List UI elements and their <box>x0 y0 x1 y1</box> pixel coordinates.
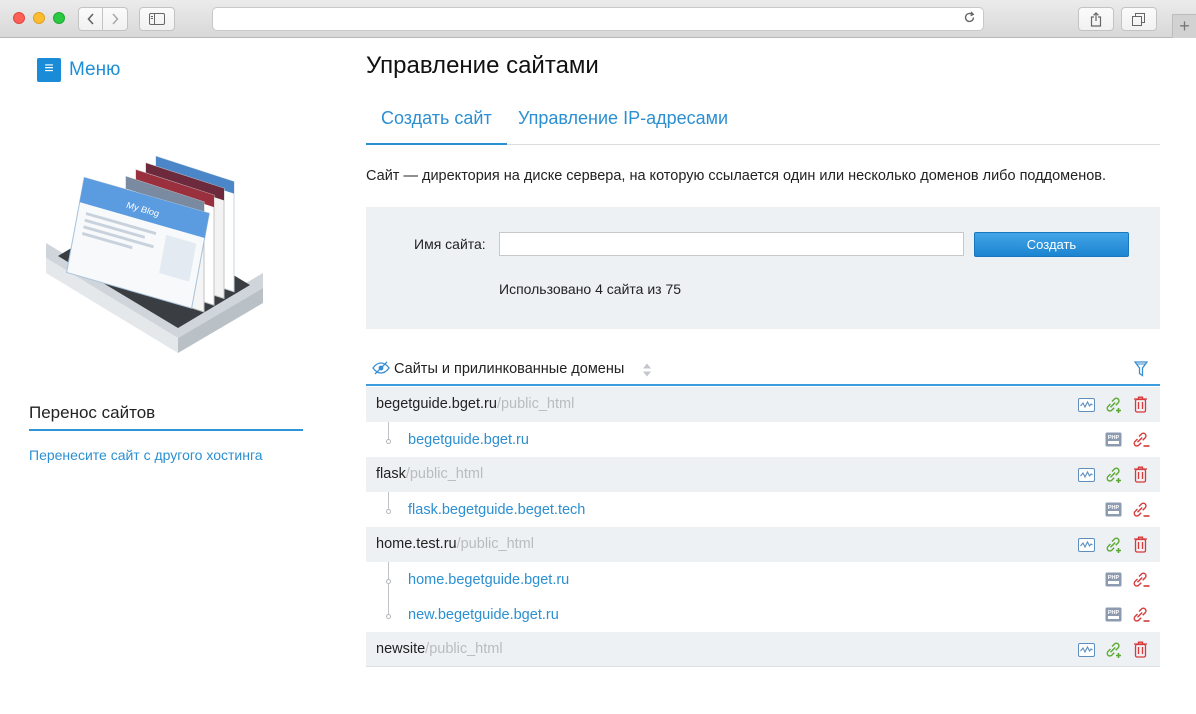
sites-list-title[interactable]: Сайты и прилинкованные домены <box>394 361 624 377</box>
site-actions <box>1077 465 1150 484</box>
transfer-divider <box>29 429 303 431</box>
menu-label: Меню <box>69 59 121 80</box>
tabs-icon <box>1132 12 1145 26</box>
site-name[interactable]: home.test.ru/public_html <box>376 536 534 552</box>
address-bar[interactable] <box>212 7 984 31</box>
site-actions <box>1077 535 1150 554</box>
svg-text:PHP: PHP <box>1108 435 1120 441</box>
php-icon[interactable]: PHP <box>1104 500 1123 519</box>
sidebar-toggle-button[interactable] <box>139 7 175 31</box>
menu-button[interactable]: ≡ Меню <box>37 58 120 82</box>
back-button[interactable] <box>78 7 103 31</box>
sites-illustration: My Blog <box>46 155 263 353</box>
delete-icon[interactable] <box>1131 395 1150 414</box>
unlink-icon[interactable] <box>1131 570 1150 589</box>
site-description: Сайт — директория на диске сервера, на к… <box>366 168 1107 184</box>
delete-icon[interactable] <box>1131 535 1150 554</box>
tree-node <box>386 579 391 584</box>
tab-overview-button[interactable] <box>1121 7 1157 31</box>
svg-text:PHP: PHP <box>1108 575 1120 581</box>
stats-icon[interactable] <box>1077 535 1096 554</box>
svg-text:PHP: PHP <box>1108 505 1120 511</box>
sites-list-header: Сайты и прилинкованные домены <box>366 357 1160 386</box>
link-domain-icon[interactable] <box>1104 465 1123 484</box>
site-name[interactable]: flask/public_html <box>376 466 483 482</box>
link-domain-icon[interactable] <box>1104 640 1123 659</box>
site-path: /public_html <box>405 466 484 482</box>
history-nav <box>78 7 128 31</box>
site-row[interactable]: newsite/public_html <box>366 632 1160 667</box>
domain-row: begetguide.bget.ru PHP <box>366 422 1160 457</box>
link-domain-icon[interactable] <box>1104 535 1123 554</box>
link-domain-icon[interactable] <box>1104 395 1123 414</box>
site-name-input[interactable] <box>499 232 964 256</box>
minimize-window-button[interactable] <box>33 12 45 24</box>
filter-icon[interactable] <box>1133 361 1149 382</box>
php-icon[interactable]: PHP <box>1104 430 1123 449</box>
site-name[interactable]: begetguide.bget.ru/public_html <box>376 396 574 412</box>
domain-row: new.begetguide.bget.ru PHP <box>366 597 1160 632</box>
eye-icon[interactable] <box>372 361 390 380</box>
delete-icon[interactable] <box>1131 465 1150 484</box>
chevron-right-icon <box>112 13 119 25</box>
stats-icon[interactable] <box>1077 395 1096 414</box>
plus-icon: + <box>1179 16 1190 36</box>
domain-actions: PHP <box>1104 605 1150 624</box>
forward-button[interactable] <box>103 7 128 31</box>
site-path: /public_html <box>496 396 575 412</box>
domain-link[interactable]: begetguide.bget.ru <box>408 432 529 448</box>
page-title: Управление сайтами <box>366 52 599 79</box>
domain-actions: PHP <box>1104 570 1150 589</box>
create-site-panel: Имя сайта: Создать Использовано 4 сайта … <box>366 207 1160 329</box>
site-path: /public_html <box>425 641 503 657</box>
domain-actions: PHP <box>1104 500 1150 519</box>
domain-row: flask.begetguide.beget.tech PHP <box>366 492 1160 527</box>
reload-icon[interactable] <box>963 11 976 27</box>
sites-list: begetguide.bget.ru/public_html begetguid… <box>366 387 1160 667</box>
share-icon <box>1090 11 1102 27</box>
site-path: /public_html <box>456 536 534 552</box>
domain-actions: PHP <box>1104 430 1150 449</box>
delete-icon[interactable] <box>1131 640 1150 659</box>
tree-node <box>386 439 391 444</box>
tree-node <box>386 614 391 619</box>
tree-node <box>386 509 391 514</box>
hamburger-icon: ≡ <box>37 58 61 82</box>
tab-ip-management[interactable]: Управление IP-адресами <box>503 104 743 145</box>
sort-icon[interactable] <box>642 362 652 383</box>
browser-toolbar: + <box>0 0 1196 38</box>
site-row[interactable]: home.test.ru/public_html <box>366 527 1160 562</box>
close-window-button[interactable] <box>13 12 25 24</box>
tab-create-site[interactable]: Создать сайт <box>366 104 507 145</box>
transfer-title: Перенос сайтов <box>29 403 156 422</box>
create-button[interactable]: Создать <box>974 232 1129 257</box>
domain-link[interactable]: new.begetguide.bget.ru <box>408 607 559 623</box>
domain-link[interactable]: home.begetguide.bget.ru <box>408 572 569 588</box>
php-icon[interactable]: PHP <box>1104 570 1123 589</box>
unlink-icon[interactable] <box>1131 605 1150 624</box>
share-button[interactable] <box>1078 7 1114 31</box>
new-tab-button[interactable]: + <box>1172 14 1196 38</box>
chevron-left-icon <box>86 13 94 25</box>
site-actions <box>1077 640 1150 659</box>
site-row[interactable]: begetguide.bget.ru/public_html <box>366 387 1160 422</box>
site-actions <box>1077 395 1150 414</box>
site-row[interactable]: flask/public_html <box>366 457 1160 492</box>
stats-icon[interactable] <box>1077 465 1096 484</box>
usage-text: Использовано 4 сайта из 75 <box>499 281 682 297</box>
domain-link[interactable]: flask.begetguide.beget.tech <box>408 502 585 518</box>
sidebar-icon <box>149 13 165 25</box>
site-name-label: Имя сайта: <box>414 236 486 252</box>
transfer-link[interactable]: Перенесите сайт с другого хостинга <box>29 447 263 463</box>
php-icon[interactable]: PHP <box>1104 605 1123 624</box>
tab-bar: Создать сайт Управление IP-адресами <box>366 104 1160 145</box>
zoom-window-button[interactable] <box>53 12 65 24</box>
domain-row: home.begetguide.bget.ru PHP <box>366 562 1160 597</box>
stats-icon[interactable] <box>1077 640 1096 659</box>
site-name[interactable]: newsite/public_html <box>376 641 503 657</box>
unlink-icon[interactable] <box>1131 500 1150 519</box>
unlink-icon[interactable] <box>1131 430 1150 449</box>
svg-text:PHP: PHP <box>1108 610 1120 616</box>
